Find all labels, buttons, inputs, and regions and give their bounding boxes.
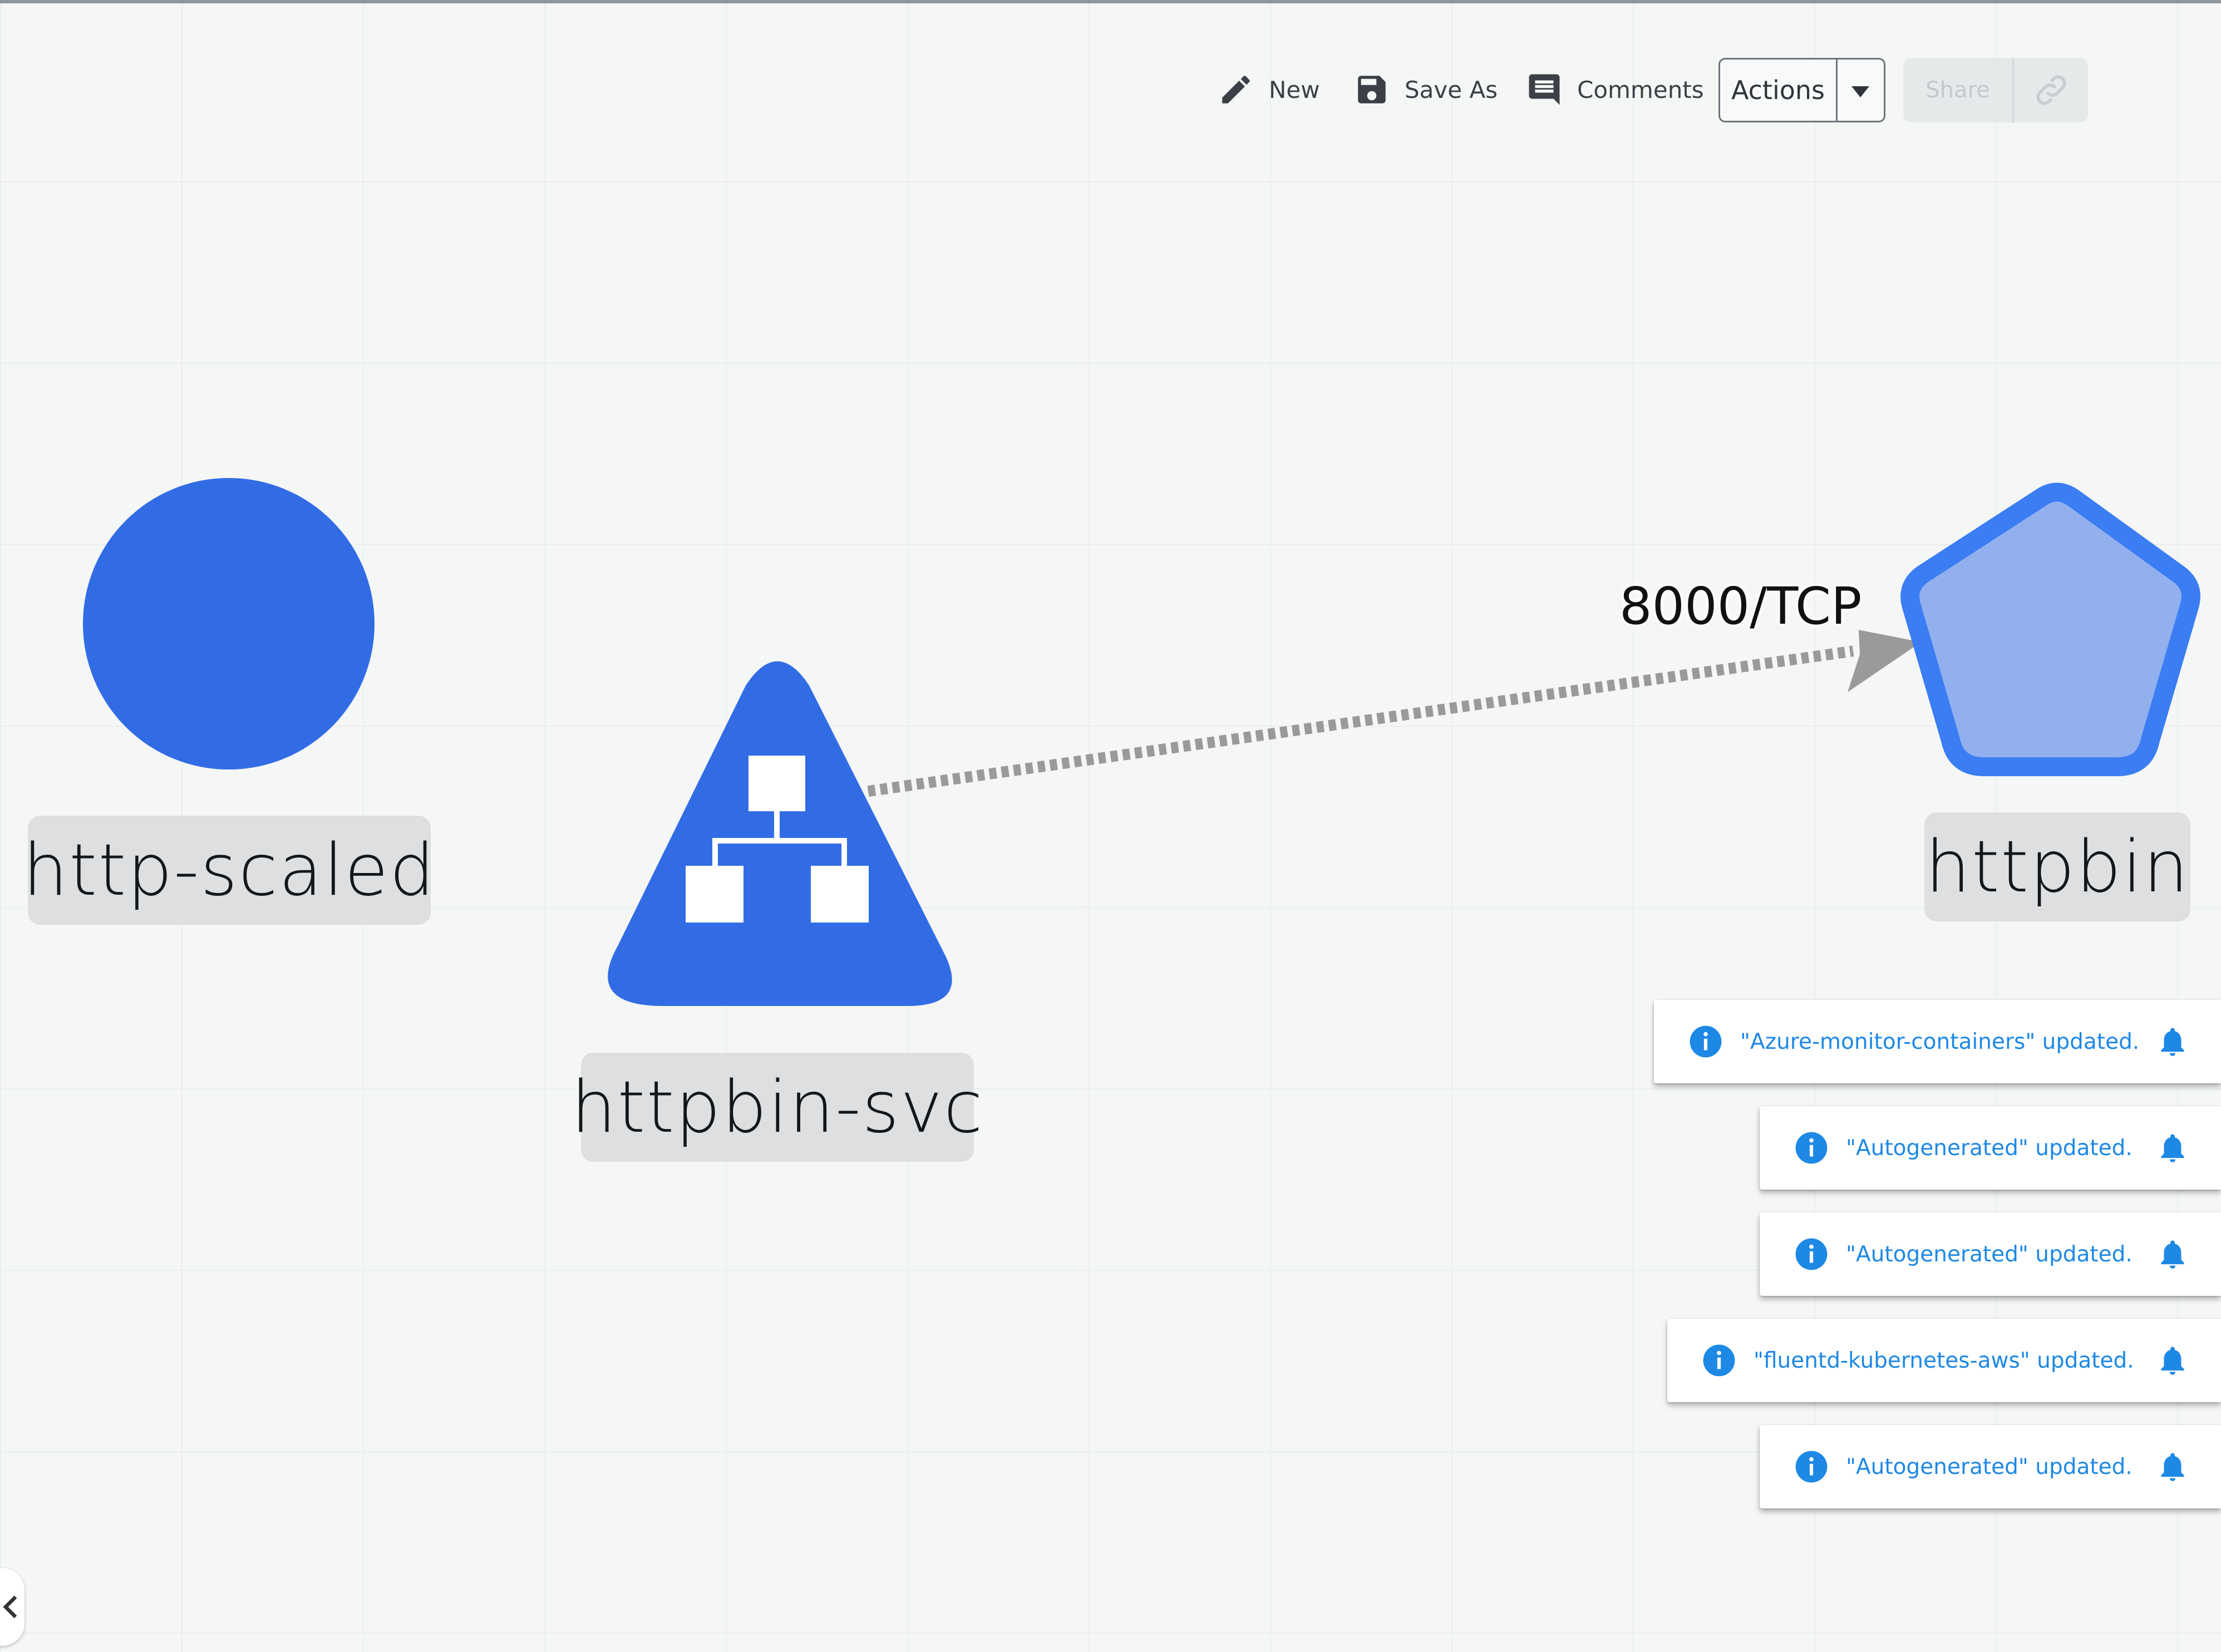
sidebar-collapse-tab[interactable] — [0, 1568, 24, 1646]
node-label-httpbin[interactable]: httpbin — [1924, 812, 2190, 921]
notification-toast[interactable]: "Autogenerated" updated. — [1760, 1106, 2221, 1190]
notification-toast[interactable]: "Autogenerated" updated. — [1760, 1425, 2221, 1508]
notification-toast[interactable]: "fluentd-kubernetes-aws" updated. — [1667, 1319, 2221, 1402]
notification-text: "Autogenerated" updated. — [1846, 1241, 2133, 1267]
bell-icon[interactable] — [2155, 1343, 2190, 1378]
info-icon — [1795, 1238, 1828, 1270]
node-httpbin-svc[interactable] — [608, 661, 952, 1007]
notification-text: "Azure-monitor-containers" updated. — [1740, 1029, 2140, 1054]
node-label-http-scaled[interactable]: http-scaled — [23, 816, 435, 925]
node-httpbin[interactable] — [1900, 482, 2200, 776]
edge-arrowhead — [1848, 630, 1921, 692]
bell-icon[interactable] — [2155, 1131, 2190, 1165]
notification-text: "Autogenerated" updated. — [1846, 1135, 2133, 1161]
info-icon — [1690, 1025, 1722, 1058]
notification-text: "Autogenerated" updated. — [1846, 1454, 2133, 1480]
notification-toast[interactable]: "Autogenerated" updated. — [1760, 1212, 2221, 1296]
edge-httpbin-svc-to-httpbin[interactable] — [867, 630, 1921, 797]
bell-icon[interactable] — [2155, 1237, 2190, 1271]
info-icon — [1795, 1451, 1828, 1483]
notification-toast[interactable]: "Azure-monitor-containers" updated. — [1654, 1000, 2221, 1083]
bell-icon[interactable] — [2155, 1024, 2190, 1059]
notification-text: "fluentd-kubernetes-aws" updated. — [1754, 1348, 2134, 1373]
info-icon — [1795, 1132, 1828, 1164]
info-icon — [1703, 1344, 1735, 1377]
node-http-scaled[interactable] — [83, 478, 375, 770]
node-label-httpbin-svc[interactable]: httpbin-svc — [571, 1053, 983, 1162]
edge-label: 8000/TCP — [1619, 576, 1862, 636]
chevron-left-icon — [3, 1595, 17, 1619]
bell-icon[interactable] — [2155, 1449, 2190, 1484]
